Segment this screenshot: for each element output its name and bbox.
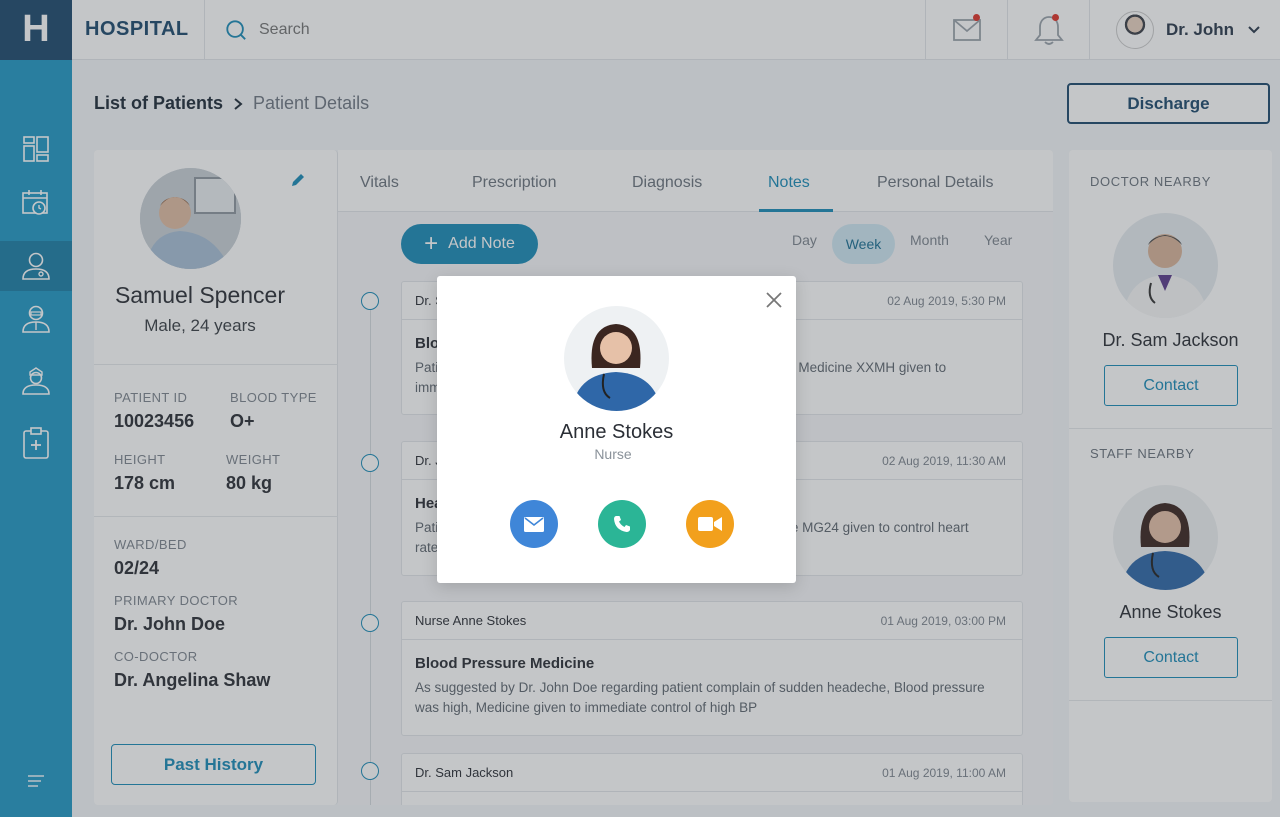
contact-modal: Anne Stokes Nurse — [437, 276, 796, 583]
video-call-button[interactable] — [686, 500, 734, 548]
email-button[interactable] — [510, 500, 558, 548]
modal-name: Anne Stokes — [559, 421, 674, 443]
modal-avatar — [564, 306, 669, 411]
call-button[interactable] — [598, 500, 646, 548]
video-camera-icon — [698, 517, 722, 531]
phone-icon — [614, 516, 630, 532]
close-icon[interactable] — [765, 291, 783, 309]
modal-role: Nurse — [594, 446, 632, 462]
envelope-icon — [524, 516, 544, 532]
